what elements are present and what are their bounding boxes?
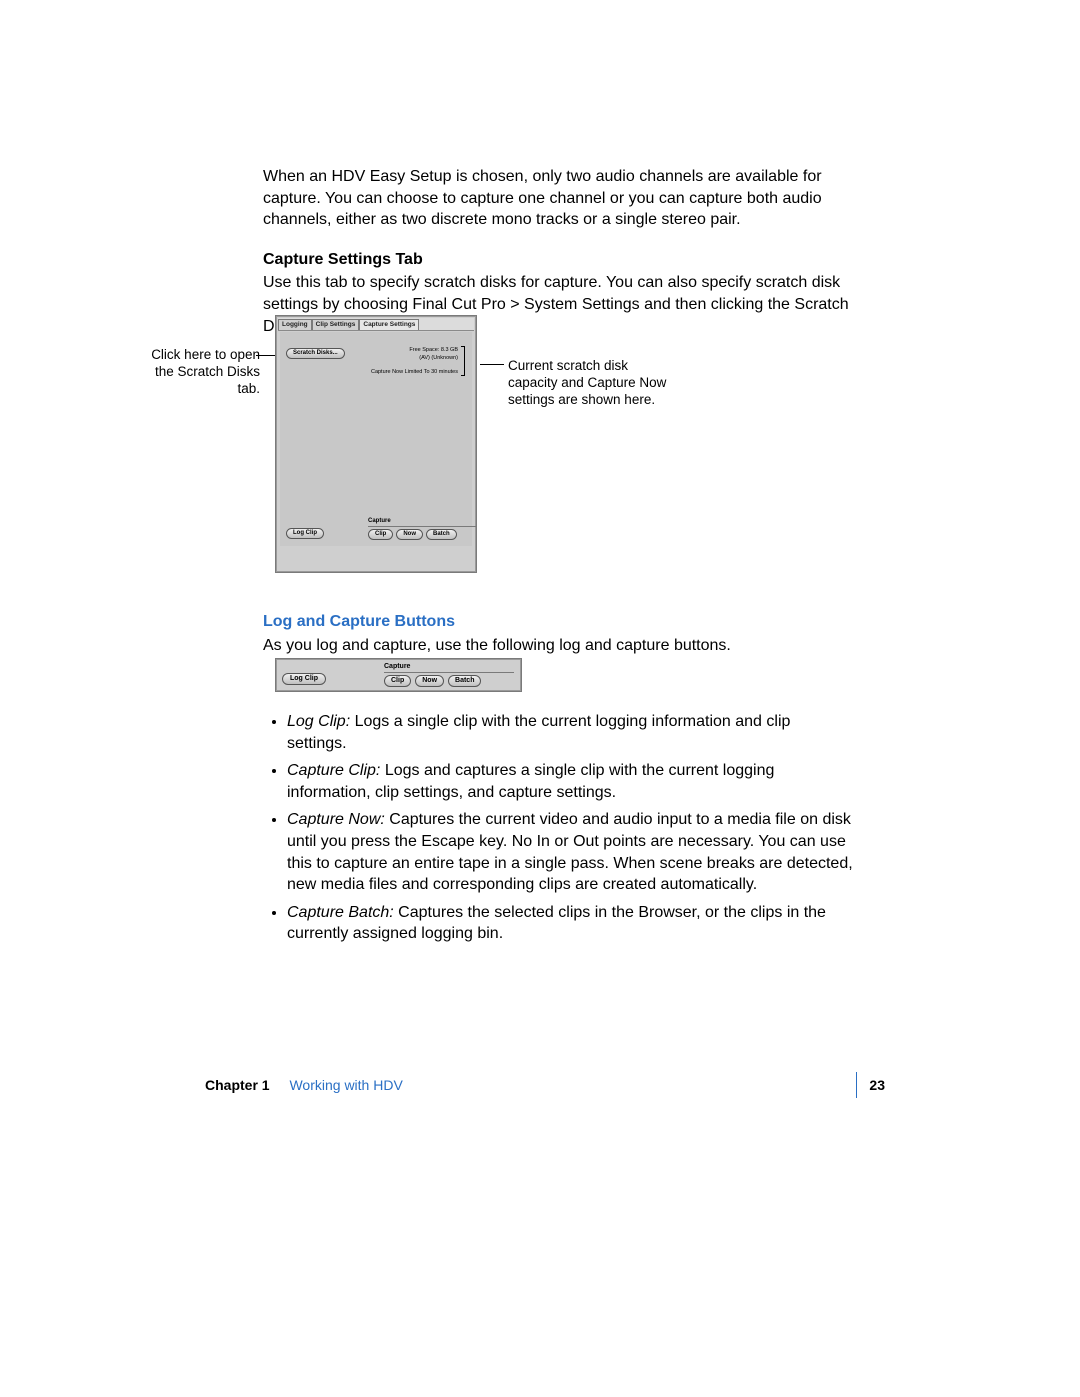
capture-now-button[interactable]: Now [396, 529, 423, 540]
tab-logging[interactable]: Logging [278, 319, 312, 330]
bar-now-button[interactable]: Now [415, 675, 444, 687]
log-and-capture-intro: As you log and capture, use the followin… [263, 635, 853, 657]
callout-right-line [480, 364, 504, 365]
tab-capture-settings[interactable]: Capture Settings [359, 319, 419, 330]
capture-settings-panel-figure: Logging Clip Settings Capture Settings S… [275, 315, 475, 571]
capture-clip-button[interactable]: Clip [368, 529, 393, 540]
list-item: Capture Clip: Logs and captures a single… [287, 760, 853, 803]
list-item: Capture Batch: Captures the selected cli… [287, 902, 853, 945]
capture-settings-panel: Logging Clip Settings Capture Settings S… [275, 315, 477, 573]
footer-title: Working with HDV [289, 1077, 402, 1093]
capture-now-limit-text: Capture Now Limited To 30 minutes [358, 368, 458, 376]
capture-batch-button[interactable]: Batch [426, 529, 457, 540]
capture-section: Capture Clip Now Batch [368, 517, 476, 540]
page-footer: Chapter 1 Working with HDV 23 [205, 1076, 885, 1098]
bullet-label: Capture Now: [287, 811, 385, 828]
capture-buttons-list: Log Clip: Logs a single clip with the cu… [263, 711, 853, 945]
scratch-disks-button[interactable]: Scratch Disks... [286, 348, 345, 359]
footer-chapter: Chapter 1 [205, 1077, 270, 1093]
bullet-label: Capture Batch: [287, 904, 394, 921]
callout-left: Click here to open the Scratch Disks tab… [140, 347, 260, 398]
bar-clip-button[interactable]: Clip [384, 675, 411, 687]
tab-clip-settings[interactable]: Clip Settings [312, 319, 360, 330]
capture-settings-heading: Capture Settings Tab [263, 249, 853, 271]
footer-page-number: 23 [869, 1076, 885, 1095]
info-bracket [461, 346, 465, 376]
bullet-label: Log Clip: [287, 713, 350, 730]
callout-right: Current scratch disk capacity and Captur… [508, 358, 668, 409]
free-space-text: Free Space: 8.3 GB [358, 346, 458, 354]
footer-divider [856, 1072, 857, 1098]
av-unknown-text: (AV) (Unknown) [358, 354, 458, 362]
capture-section-label: Capture [368, 517, 476, 527]
bar-capture-block: Capture Clip Now Batch [384, 662, 514, 687]
bar-log-clip-button[interactable]: Log Clip [282, 673, 326, 685]
bar-batch-button[interactable]: Batch [448, 675, 481, 687]
capture-bar-figure: Log Clip Capture Clip Now Batch [275, 658, 522, 692]
log-and-capture-heading: Log and Capture Buttons [263, 611, 853, 633]
list-item: Log Clip: Logs a single clip with the cu… [287, 711, 853, 754]
list-item: Capture Now: Captures the current video … [287, 809, 853, 895]
panel-body: Scratch Disks... Free Space: 8.3 GB (AV)… [280, 332, 472, 546]
bullet-label: Capture Clip: [287, 762, 380, 779]
log-clip-button[interactable]: Log Clip [286, 528, 324, 539]
scratch-info: Free Space: 8.3 GB (AV) (Unknown) Captur… [358, 346, 458, 376]
intro-paragraph: When an HDV Easy Setup is chosen, only t… [263, 166, 853, 231]
bullet-text: Logs a single clip with the current logg… [287, 713, 790, 752]
bar-capture-label: Capture [384, 662, 514, 673]
